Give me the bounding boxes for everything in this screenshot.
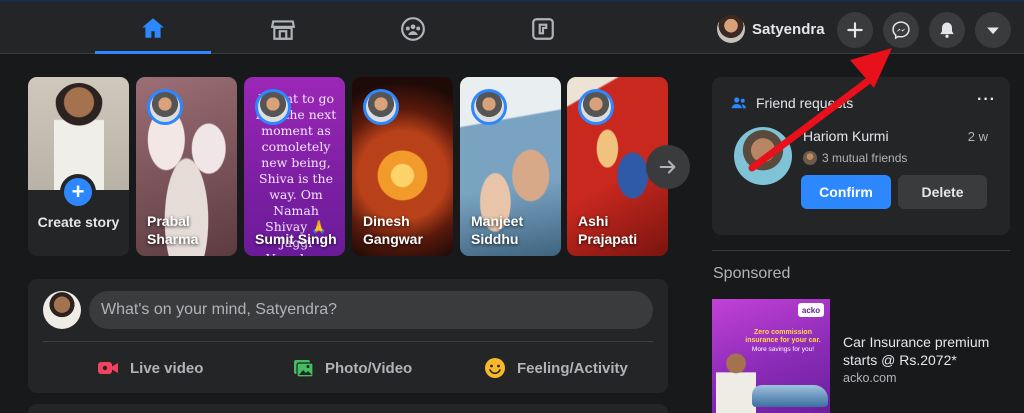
arrow-right-icon [659,160,676,174]
post-composer: Live video Photo/Video Feeling/Activity [28,279,668,393]
story-card[interactable]: Dinesh Gangwar [352,77,453,256]
profile-chip[interactable]: Satyendra [714,11,837,47]
story-card[interactable]: Prabal Sharma [136,77,237,256]
bell-icon [940,22,954,38]
friends-icon [731,97,747,109]
avatar [147,89,183,125]
avatar [363,89,399,125]
request-time: 2 w [967,129,988,144]
story-card[interactable]: Manjeet Siddhu [460,77,561,256]
create-button[interactable] [837,12,873,48]
create-story-label: Create story [37,214,120,230]
feeling-icon [485,358,505,378]
groups-icon [401,17,425,41]
ad-person [716,351,756,413]
create-story-card[interactable]: + Create story [28,77,129,256]
feed-post-peek [28,404,668,413]
live-video-label: Live video [130,359,204,377]
story-author: Prabal Sharma [147,213,199,247]
photo-video-label: Photo/Video [325,359,413,377]
avatar [43,291,81,329]
avatar[interactable] [734,127,792,185]
feeling-activity-button[interactable]: Feeling/Activity [483,351,628,385]
mutual-friends: 3 mutual friends [803,151,907,165]
avatar [578,89,614,125]
ad-logo: acko [798,303,824,317]
friend-requests-card: Friend requests ··· Hariom Kurmi 2 w 3 m… [712,77,1010,235]
ad-title[interactable]: Car Insurance premium starts @ Rs.2072* [843,333,1013,369]
account-menu-button[interactable] [975,12,1011,48]
home-icon [142,17,164,38]
story-author: Ashi Prajapati [578,213,638,247]
photo-icon [294,360,314,378]
feeling-activity-label: Feeling/Activity [517,359,628,377]
messenger-button[interactable] [883,12,919,48]
live-video-button[interactable]: Live video [96,351,203,385]
friend-requests-header[interactable]: Friend requests [730,94,853,112]
gaming-icon [532,18,554,40]
stories-next-button[interactable] [646,145,690,189]
avatar [471,89,507,125]
avatar [717,15,745,43]
confirm-button[interactable]: Confirm [801,175,891,209]
ad-domain[interactable]: acko.com [843,371,897,385]
ad-car [752,385,828,407]
plus-icon: + [60,174,96,210]
photo-video-button[interactable]: Photo/Video [291,351,412,385]
nav-tab-marketplace[interactable] [225,4,341,54]
sponsored-title: Sponsored [713,265,791,282]
store-icon [270,20,296,40]
composer-input[interactable] [89,291,653,329]
messenger-icon [892,21,910,40]
more-options-button[interactable]: ··· [977,91,996,109]
divider [43,341,653,342]
nav-tab-home[interactable] [95,4,211,54]
nav-tab-gaming[interactable] [485,4,601,54]
mutual-friend-avatar [803,151,817,165]
delete-button[interactable]: Delete [898,175,987,209]
requester-name[interactable]: Hariom Kurmi [803,128,889,144]
mutual-friends-label: 3 mutual friends [822,151,908,165]
story-card[interactable]: I want to go into the next moment as com… [244,77,345,256]
avatar [255,89,291,125]
story-author: Dinesh Gangwar [363,213,423,247]
ad-subline: More savings for you! [751,346,815,353]
notifications-button[interactable] [929,12,965,48]
profile-name: Satyendra [752,20,825,38]
divider [712,250,1010,251]
story-author: Sumit Singh [255,231,337,247]
ad-image[interactable]: acko Zero commission insurance for your … [712,299,830,413]
nav-tab-groups[interactable] [355,4,471,54]
plus-icon [847,22,863,38]
story-author: Manjeet Siddhu [471,213,524,247]
live-video-icon [98,362,118,374]
ad-headline: Zero commission insurance for your car. [745,329,821,344]
friend-requests-title: Friend requests [756,95,854,111]
top-navigation-bar: Satyendra [0,0,1024,54]
caret-down-icon [987,27,999,35]
